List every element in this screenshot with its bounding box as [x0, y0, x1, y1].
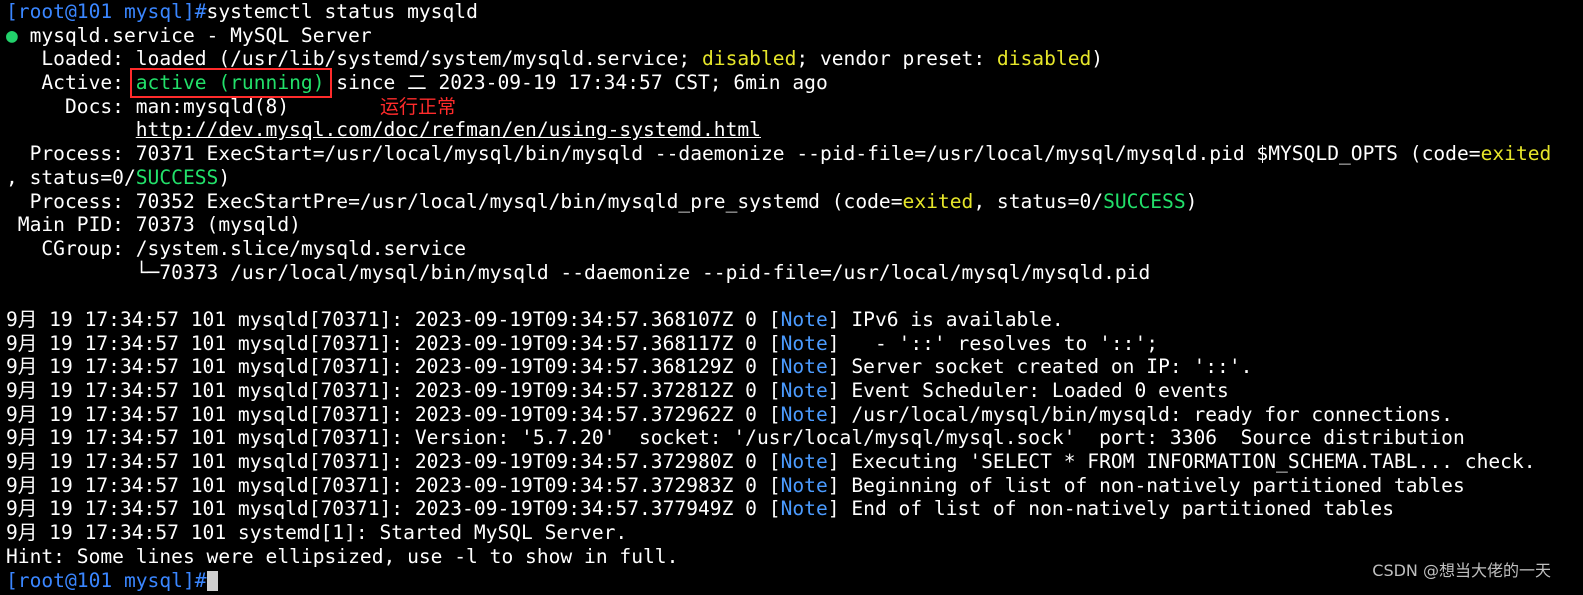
- process-2-code: exited: [902, 189, 974, 213]
- process-1-code: exited: [1480, 142, 1552, 166]
- csdn-watermark: CSDN @想当大佬的一天: [1372, 561, 1551, 580]
- log-line: 9月 19 17:34:57 101 systemd[1]: Started M…: [6, 521, 628, 545]
- hint-line: Hint: Some lines were ellipsized, use -l…: [6, 544, 679, 568]
- log-line: 9月 19 17:34:57 101 mysqld[70371]: 2023-0…: [6, 473, 1465, 497]
- docs-label: Docs:: [6, 94, 136, 118]
- loaded-label: Loaded:: [6, 47, 136, 71]
- log-tag: Note: [780, 331, 828, 355]
- input-prompt-line[interactable]: [root@101 mysql]#: [6, 569, 1583, 593]
- log-line: 9月 19 17:34:57 101 mysqld[70371]: 2023-0…: [6, 379, 1229, 402]
- log-line: 9月 19 17:34:57 101 mysqld[70371]: 2023-0…: [6, 497, 1394, 521]
- log-tag: Note: [780, 497, 828, 521]
- shell-prompt: [root@101 mysql]#: [6, 568, 207, 592]
- loaded-state: disabled: [702, 47, 797, 71]
- docs-url-line: http://dev.mysql.com/doc/refman/en/using…: [6, 118, 1583, 142]
- loaded-mid: ; vendor preset:: [796, 47, 997, 71]
- log-line: 9月 19 17:34:57 101 mysqld[70371]: 2023-0…: [6, 355, 1253, 379]
- status-dot-icon: ●: [6, 23, 18, 47]
- process-1-text: Process: 70371 ExecStart=/usr/local/mysq…: [6, 142, 1481, 166]
- running-annotation: 运行正常: [380, 96, 457, 118]
- log-tag: Note: [780, 450, 828, 474]
- process-2-post: ): [1185, 189, 1198, 213]
- log-tag: Note: [780, 307, 828, 331]
- shell-prompt: [root@101 mysql]#: [6, 0, 207, 23]
- log-line: 9月 19 17:34:57 101 mysqld[70371]: 2023-0…: [6, 402, 1453, 426]
- command-line: [root@101 mysql]#systemctl status mysqld: [6, 0, 1583, 24]
- text-cursor: [206, 570, 218, 591]
- cgroup-child-line: └─70373 /usr/local/mysql/bin/mysqld --da…: [6, 260, 1151, 284]
- process-line-1: Process: 70371 ExecStart=/usr/local/mysq…: [6, 142, 1583, 166]
- docs-line: Docs: man:mysqld(8): [6, 95, 1583, 119]
- log-tag: Note: [780, 355, 828, 379]
- cgroup-line: CGroup: /system.slice/mysqld.service: [6, 236, 467, 260]
- loaded-post: ): [1091, 47, 1104, 71]
- process-2-text: Process: 70352 ExecStartPre=/usr/local/m…: [6, 189, 903, 213]
- docs-indent: [6, 118, 136, 141]
- process-1-wrap-pre: , status=0/: [6, 165, 136, 189]
- main-pid-line: Main PID: 70373 (mysqld): [6, 213, 301, 237]
- process-1-status: SUCCESS: [135, 165, 219, 189]
- log-line: 9月 19 17:34:57 101 mysqld[70371]: 2023-0…: [6, 331, 1159, 355]
- log-tag: Note: [780, 473, 828, 497]
- log-line: 9月 19 17:34:57 101 mysqld[70371]: 2023-0…: [6, 450, 1536, 474]
- log-line: 9月 19 17:34:57 101 mysqld[70371]: Versio…: [6, 426, 1465, 450]
- service-header: ● mysqld.service - MySQL Server: [6, 24, 1583, 48]
- vendor-preset: disabled: [996, 47, 1092, 71]
- active-status-highlight-box: [130, 68, 332, 98]
- process-2-status: SUCCESS: [1103, 189, 1186, 213]
- loaded-path: loaded (/usr/lib/systemd/system/mysqld.s…: [135, 47, 702, 71]
- process-line-2: Process: 70352 ExecStartPre=/usr/local/m…: [6, 190, 1583, 214]
- active-label: Active:: [6, 71, 136, 95]
- process-line-1-wrap: , status=0/SUCCESS): [6, 166, 1583, 190]
- process-2-mid: , status=0/: [973, 189, 1104, 213]
- service-name: mysqld.service - MySQL Server: [29, 23, 372, 47]
- docs-url-link[interactable]: http://dev.mysql.com/doc/refman/en/using…: [136, 118, 761, 141]
- typed-command: systemctl status mysqld: [206, 0, 478, 23]
- docs-man-page: man:mysqld(8): [135, 94, 290, 118]
- log-tag: Note: [780, 379, 828, 402]
- log-tag: Note: [780, 402, 828, 426]
- log-line: 9月 19 17:34:57 101 mysqld[70371]: 2023-0…: [6, 307, 1064, 331]
- active-since: since 二 2023-09-19 17:34:57 CST; 6min ag…: [324, 71, 828, 95]
- process-1-wrap-post: ): [218, 165, 231, 189]
